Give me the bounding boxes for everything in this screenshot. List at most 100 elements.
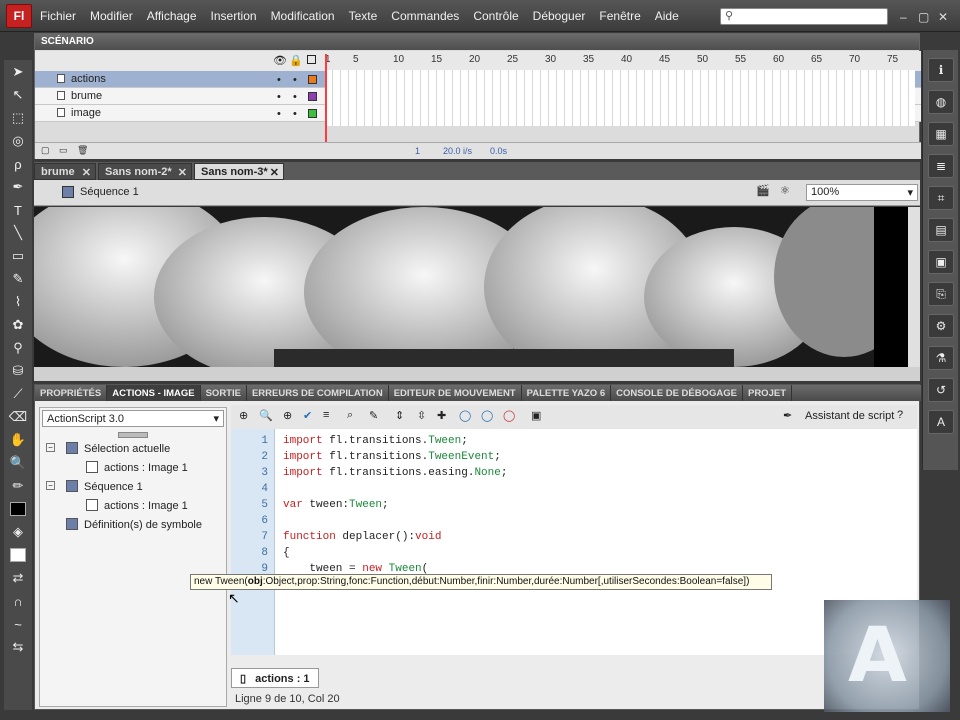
smooth-icon[interactable]: ~ xyxy=(6,613,30,635)
code-line[interactable]: import fl.transitions.Tween; xyxy=(283,435,468,447)
behaviors-panel-icon[interactable]: ⚗ xyxy=(928,346,954,370)
deco-tool-icon[interactable]: ✿ xyxy=(6,314,30,336)
stage-vertical-scrollbar[interactable] xyxy=(908,207,920,367)
eye-icon[interactable]: 👁 xyxy=(273,54,287,67)
lock-icon[interactable]: 🔒 xyxy=(289,54,303,67)
code-line[interactable]: function deplacer():void xyxy=(283,531,441,543)
collapse-selection-icon[interactable]: ⇳ xyxy=(417,409,426,422)
panel-tab[interactable]: CONSOLE DE DÉBOGAGE xyxy=(611,385,743,401)
stroke-swatch-icon[interactable] xyxy=(6,498,30,520)
motion-presets-icon[interactable]: ⚙ xyxy=(928,314,954,338)
check-syntax-icon[interactable]: ✔ xyxy=(303,409,312,422)
debug-options-icon[interactable]: ✎ xyxy=(369,409,378,422)
rectangle-tool-icon[interactable]: ▭ xyxy=(6,245,30,267)
panel-tab[interactable]: SORTIE xyxy=(201,385,247,401)
color-panel-icon[interactable]: ◍ xyxy=(928,90,954,114)
menu-item-affichage[interactable]: Affichage xyxy=(147,9,197,23)
pencil-tool-icon[interactable]: ✎ xyxy=(6,268,30,290)
eyedropper-tool-icon[interactable]: ⟋ xyxy=(6,383,30,405)
pin-icon[interactable]: ▯ xyxy=(240,673,246,685)
find-icon[interactable]: 🔍 xyxy=(259,409,273,422)
tree-expander-icon[interactable]: − xyxy=(46,443,55,452)
script-assistant-icon[interactable]: ✒ xyxy=(783,409,792,422)
layer-color-swatch[interactable] xyxy=(308,92,317,101)
document-tab[interactable]: Sans nom-2* ✕ xyxy=(98,163,192,180)
menu-item-modification[interactable]: Modification xyxy=(271,9,335,23)
tree-item[interactable]: − Sélection actuelle xyxy=(44,442,222,461)
menu-item-déboguer[interactable]: Déboguer xyxy=(533,9,586,23)
expand-all-icon[interactable]: ✚ xyxy=(437,409,446,422)
panel-tab[interactable]: EDITEUR DE MOUVEMENT xyxy=(389,385,522,401)
swatches-panel-icon[interactable]: ▦ xyxy=(928,122,954,146)
scene-label[interactable]: Séquence 1 xyxy=(80,186,139,198)
eraser-tool-icon[interactable]: ⌫ xyxy=(6,406,30,428)
visibility-dot[interactable]: • xyxy=(277,91,281,103)
panel-tab[interactable]: PROJET xyxy=(743,385,792,401)
library-panel-icon[interactable]: ▤ xyxy=(928,218,954,242)
3d-rotation-tool-icon[interactable]: ◎ xyxy=(6,130,30,152)
menu-item-fichier[interactable]: Fichier xyxy=(40,9,76,23)
document-tab[interactable]: brume ✕ xyxy=(34,163,96,180)
collapse-icon[interactable]: ⇕ xyxy=(395,409,404,422)
close-tab-icon[interactable]: ✕ xyxy=(82,166,91,179)
fill-swatch-icon[interactable] xyxy=(6,544,30,566)
menu-item-modifier[interactable]: Modifier xyxy=(90,9,133,23)
sidebar-splitter[interactable] xyxy=(118,432,148,438)
tree-expander-icon[interactable]: − xyxy=(46,481,55,490)
menu-item-commandes[interactable]: Commandes xyxy=(391,9,459,23)
panel-tab[interactable]: PALETTE YAZO 6 xyxy=(522,385,612,401)
components-panel-icon[interactable]: ▣ xyxy=(928,250,954,274)
layer-color-swatch[interactable] xyxy=(308,109,317,118)
code-tab[interactable]: ▯ actions : 1 xyxy=(231,668,319,688)
transform-panel-icon[interactable]: ⌗ xyxy=(928,186,954,210)
comment-block-icon[interactable]: ◯ xyxy=(459,409,471,422)
menu-item-fenêtre[interactable]: Fenêtre xyxy=(599,9,640,23)
tree-item[interactable]: − Séquence 1 xyxy=(44,480,222,499)
new-layer-icon[interactable]: ▢ xyxy=(41,145,50,156)
help-icon[interactable]: ? xyxy=(897,409,903,421)
close-tab-icon[interactable]: ✕ xyxy=(270,166,279,179)
actionscript-version-select[interactable]: ActionScript 3.0 ▾ xyxy=(42,410,224,427)
zoom-select[interactable]: 100% ▾ xyxy=(806,184,918,201)
stage-horizontal-scrollbar[interactable] xyxy=(34,367,920,381)
align-panel-icon[interactable]: ≣ xyxy=(928,154,954,178)
lock-dot[interactable]: • xyxy=(293,108,297,120)
stage-canvas[interactable] xyxy=(34,207,910,367)
code-line[interactable]: { xyxy=(283,547,290,559)
stroke-color-icon[interactable]: ✏ xyxy=(6,475,30,497)
frame-grid[interactable] xyxy=(325,70,915,126)
edit-scene-icon[interactable]: 🎬 xyxy=(756,184,770,197)
code-editor[interactable]: import fl.transitions.Tween; import fl.tr… xyxy=(275,429,917,655)
show-toolbox-icon[interactable]: ▣ xyxy=(531,409,541,422)
info-panel-icon[interactable]: ℹ xyxy=(928,58,954,82)
lock-dot[interactable]: • xyxy=(293,91,297,103)
lock-dot[interactable]: • xyxy=(293,74,297,86)
search-input[interactable]: ⚲ xyxy=(720,8,888,25)
close-window-button[interactable]: ✕ xyxy=(938,10,948,24)
snap-magnet-icon[interactable]: ∩ xyxy=(6,590,30,612)
auto-format-icon[interactable]: ≡ xyxy=(323,409,329,421)
menu-item-contrôle[interactable]: Contrôle xyxy=(473,9,518,23)
outline-icon[interactable] xyxy=(307,55,316,64)
menu-item-insertion[interactable]: Insertion xyxy=(211,9,257,23)
selection-tool-icon[interactable]: ➤ xyxy=(6,61,30,83)
code-line[interactable]: import fl.transitions.TweenEvent; xyxy=(283,451,501,463)
panel-tab[interactable]: ACTIONS - IMAGE xyxy=(107,385,201,401)
straighten-icon[interactable]: ⇆ xyxy=(6,636,30,658)
pen-tool-icon[interactable]: ✒ xyxy=(6,176,30,198)
zoom-tool-icon[interactable]: 🔍 xyxy=(6,452,30,474)
document-tab[interactable]: Sans nom-3* ✕ xyxy=(194,163,284,180)
brush-tool-icon[interactable]: ⌇ xyxy=(6,291,30,313)
fill-color-icon[interactable]: ◈ xyxy=(6,521,30,543)
code-line[interactable]: import fl.transitions.easing.None; xyxy=(283,467,507,479)
close-tab-icon[interactable]: ✕ xyxy=(178,166,187,179)
target-path-icon[interactable]: ⊕ xyxy=(283,409,292,422)
code-snippets-icon[interactable]: ⎘ xyxy=(928,282,954,306)
paint-bucket-tool-icon[interactable]: ⛁ xyxy=(6,360,30,382)
hand-tool-icon[interactable]: ✋ xyxy=(6,429,30,451)
maximize-button[interactable]: ▢ xyxy=(918,10,929,24)
layer-color-swatch[interactable] xyxy=(308,75,317,84)
menu-item-texte[interactable]: Texte xyxy=(349,9,378,23)
lasso-tool-icon[interactable]: ρ xyxy=(6,153,30,175)
tree-item[interactable]: actions : Image 1 xyxy=(44,499,222,518)
